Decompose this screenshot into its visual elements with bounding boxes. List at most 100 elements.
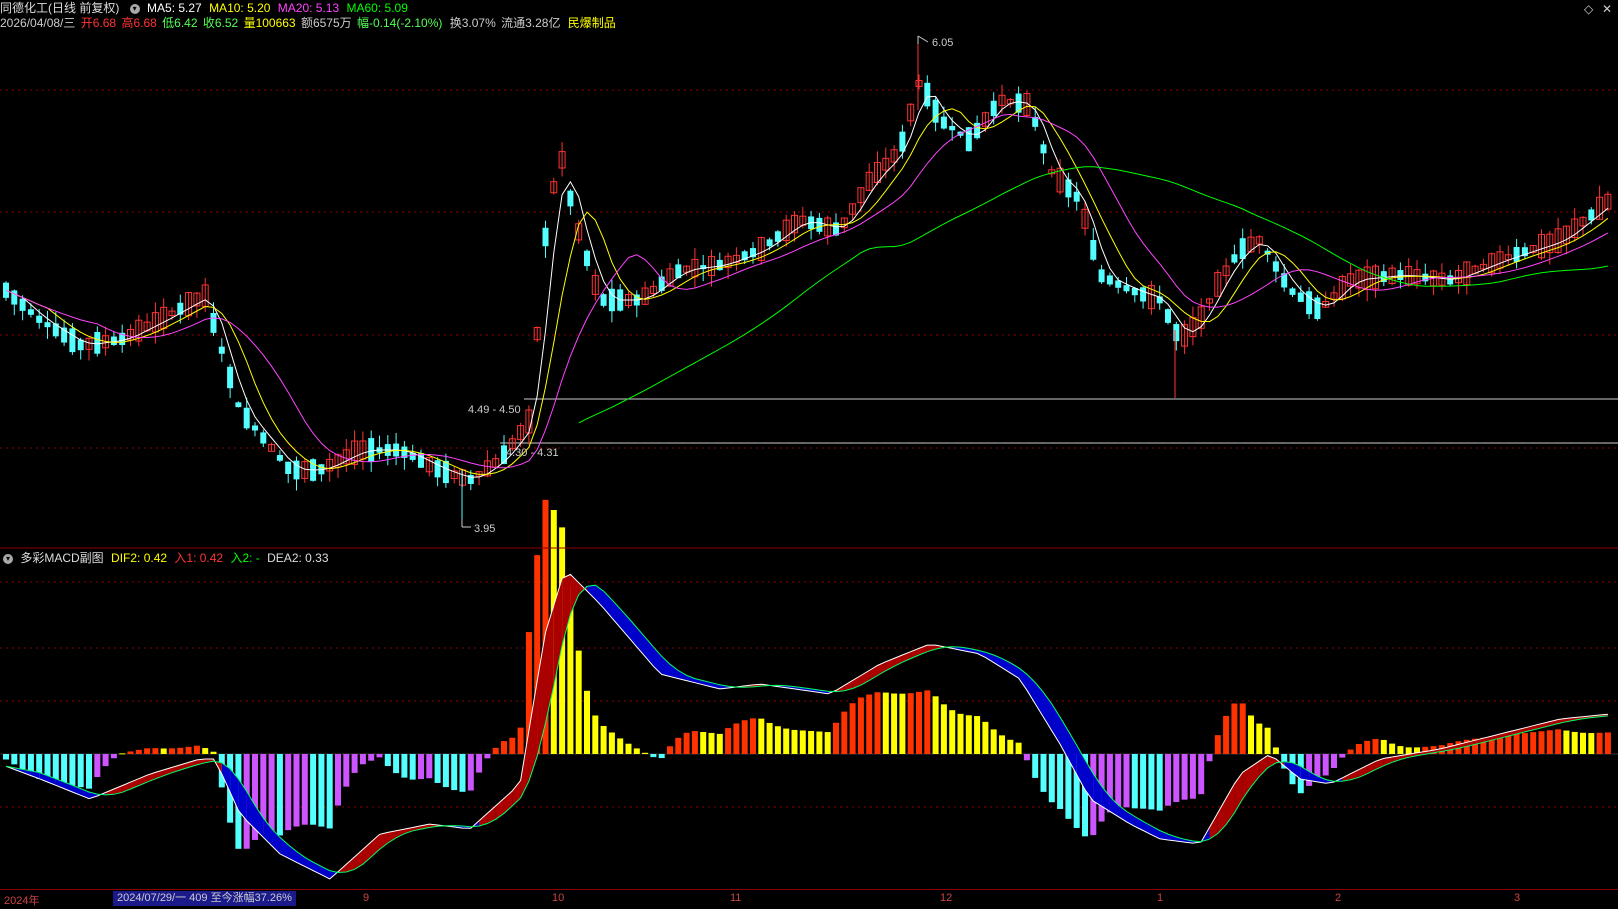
macd-bar-negative [61,754,68,785]
month-label-10: 10 [552,892,565,904]
support-lower-label: 4.30 - 4.31 [506,447,559,459]
macd-bar-positive [857,697,864,754]
macd-bar-negative [11,754,18,765]
macd-bar-negative [19,754,26,770]
macd-bar-negative [276,754,283,836]
macd-bar-negative [426,754,433,779]
macd-bar-positive [1563,730,1570,754]
macd-bar-positive [741,720,748,754]
candle-body-down [1165,309,1171,323]
macd-bar-positive [144,748,151,754]
candle-body-down [1106,275,1113,285]
macd-bar-positive [1604,732,1611,754]
macd-bar-positive [1248,715,1254,754]
macd-bar-positive [633,748,640,754]
macd-bar-negative [1206,754,1213,762]
macd-bar-positive [932,696,939,754]
macd-bar-positive [509,737,516,754]
macd-bar-positive [1538,731,1545,754]
macd-bar-negative [384,754,391,767]
macd-bar-positive [750,718,756,754]
macd-bar-positive [1272,747,1279,754]
candle-body-down [227,366,234,389]
macd-bar-negative [1339,754,1346,758]
candle-body-down [774,231,781,242]
candle-body-down [210,312,217,333]
macd-bar-negative [3,754,9,760]
macd-bar-positive [1397,746,1404,754]
macd-bar-positive [584,690,590,754]
macd-bar-negative [1189,754,1196,799]
candle-body-down [285,461,292,474]
candle-body-down [19,298,26,311]
ma60-line [578,166,1608,424]
range-info-box[interactable]: 2024/07/29/一 409 至今涨幅37.26% [113,891,296,906]
candle-body-down [1231,254,1238,263]
month-label-9: 9 [363,892,370,904]
macd-bar-positive [766,722,773,754]
macd-bar-positive [160,748,167,754]
macd-bar-positive [882,692,889,754]
macd-bar-negative [335,754,341,806]
macd-bar-positive [185,746,192,754]
macd-bar-negative [1140,754,1147,809]
macd-bar-positive [1389,743,1396,754]
macd-bar-positive [849,703,856,754]
macd-bar-negative [310,754,317,825]
candle-body-down [1090,240,1097,260]
macd-bar-positive [1596,732,1603,754]
candle-body-down [218,346,225,354]
chart-canvas[interactable]: 4.49 - 4.50 4.30 - 4.31 6.05 3.95 [0,0,1618,889]
candle-body-down [1115,280,1122,288]
macd-dea2: DEA2: 0.33 [267,551,329,565]
macd-bar-positive [1007,739,1014,754]
macd-bar-positive [866,694,873,754]
macd-bar-negative [476,754,483,773]
chevron-down-icon[interactable]: ▾ [3,553,13,564]
month-label-3: 3 [1514,892,1521,904]
candle-body-down [260,432,267,444]
macd-bar-positive [193,745,200,754]
macd-bar-positive [1530,732,1537,754]
macd-bar-negative [86,754,92,789]
macd-bar-positive [600,725,607,754]
candle-body-down [442,460,449,484]
macd-bar-positive [833,722,839,754]
candle-body-down [600,294,607,306]
candle-body-down [1173,324,1180,342]
macd-bar-negative [110,754,117,759]
macd-bar-negative [484,754,491,759]
macd-bar-positive [708,732,715,754]
macd-bar-positive [517,727,524,754]
macd-bar-negative [459,754,466,792]
candle-body-down [69,328,76,353]
candle-body-down [27,309,34,315]
macd-bar-positive [210,751,217,754]
candle-body-down [1447,275,1454,285]
macd-bar-positive [1347,749,1354,754]
macd-bar-negative [1322,754,1329,776]
macd-bar-positive [135,749,142,754]
support-lines [500,398,1618,444]
macd-bar-positive [965,715,972,754]
macd-bar-positive [642,752,649,754]
macd-bar-positive [202,748,209,754]
macd-bar-negative [1148,754,1155,810]
candle-body-down [235,402,242,408]
candle-body-down [1123,285,1130,292]
macd-bar-positive [152,748,159,754]
candle-body-down [1289,288,1296,295]
macd-bar-negative [1156,754,1163,811]
macd-bar-positive [824,732,831,754]
macd-title[interactable]: 多彩MACD副图 [20,551,103,565]
month-label-1: 1 [1157,892,1164,904]
macd-bar-negative [351,754,358,773]
candle-body-down [434,460,441,478]
candle-body-down [3,282,9,298]
grid-lines [0,89,1618,808]
candle-body-down [584,250,590,267]
macd-bar-positive [169,748,175,754]
macd-bar-positive [1239,703,1246,754]
macd-bar-negative [94,754,101,777]
candle-body-down [368,438,375,462]
